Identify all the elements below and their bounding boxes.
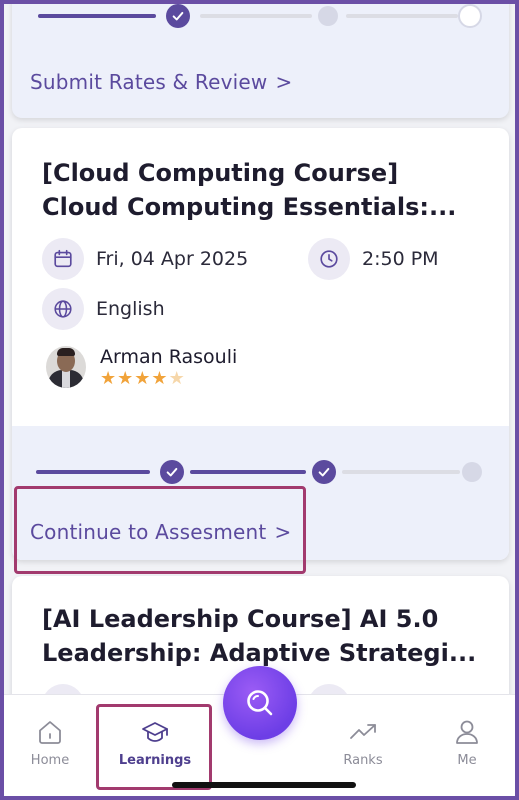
- star-icon: ★: [117, 368, 134, 389]
- nav-home-label: Home: [30, 753, 70, 768]
- home-indicator: [172, 782, 356, 788]
- globe-icon: [42, 288, 84, 330]
- continue-assessment-label: Continue to Assesment: [30, 520, 267, 544]
- step-complete-icon: [312, 460, 336, 484]
- progress-stepper: [38, 4, 484, 28]
- chevron-right-icon: >: [275, 70, 293, 94]
- instructor-name: Arman Rasouli: [100, 346, 238, 368]
- step-current-dot: [462, 462, 482, 482]
- progress-segment-done: [190, 470, 306, 474]
- home-icon: [39, 721, 61, 744]
- course-title: [Cloud Computing Course] Cloud Computing…: [42, 159, 457, 221]
- course-card-submitted: Submit Rates & Review >: [12, 4, 509, 118]
- nav-home[interactable]: Home: [10, 717, 90, 768]
- chevron-right-icon: >: [274, 520, 292, 544]
- submit-review-link[interactable]: Submit Rates & Review >: [30, 70, 292, 94]
- step-complete-icon: [160, 460, 184, 484]
- trending-up-icon: [350, 724, 376, 739]
- progress-segment-todo: [346, 14, 458, 18]
- instructor: Arman Rasouli ★ ★ ★ ★ ★: [46, 346, 237, 388]
- calendar-icon: [42, 238, 84, 280]
- star-icon: ★: [100, 368, 117, 389]
- nav-ranks[interactable]: Ranks: [323, 717, 403, 768]
- nav-ranks-label: Ranks: [343, 753, 383, 768]
- language-info: English: [42, 288, 165, 330]
- nav-me-label: Me: [457, 753, 477, 768]
- course-card-cloud[interactable]: [Cloud Computing Course] Cloud Computing…: [12, 128, 509, 560]
- progress-segment-done: [36, 470, 150, 474]
- language-text: English: [96, 298, 165, 320]
- submit-review-label: Submit Rates & Review: [30, 70, 268, 94]
- continue-assessment-link[interactable]: Continue to Assesment >: [30, 520, 291, 544]
- step-current-dot: [318, 6, 338, 26]
- time-info: 2:50 PM: [308, 238, 439, 280]
- progress-stepper: [36, 460, 486, 484]
- step-complete-icon: [166, 4, 190, 28]
- course-title: [AI Leadership Course] AI 5.0 Leadership…: [42, 605, 477, 667]
- progress-segment-done: [38, 14, 156, 18]
- progress-segment-todo: [342, 470, 460, 474]
- nav-me[interactable]: Me: [427, 717, 507, 768]
- star-icon: ★: [134, 368, 151, 389]
- progress-segment-todo: [200, 14, 312, 18]
- star-half-icon: ★: [168, 368, 185, 389]
- user-icon: [456, 720, 478, 744]
- instructor-rating: ★ ★ ★ ★ ★: [100, 370, 237, 388]
- nav-learnings[interactable]: Learnings: [115, 717, 195, 768]
- screen: Submit Rates & Review > [Cloud Computing…: [4, 4, 515, 796]
- search-icon: [247, 690, 273, 716]
- date-text: Fri, 04 Apr 2025: [96, 248, 249, 270]
- time-text: 2:50 PM: [362, 248, 439, 270]
- nav-learnings-label: Learnings: [118, 753, 192, 768]
- date-info: Fri, 04 Apr 2025: [42, 238, 248, 280]
- step-empty-dot: [458, 4, 482, 28]
- graduation-cap-icon: [142, 722, 168, 742]
- search-fab-button[interactable]: [223, 666, 297, 740]
- star-icon: ★: [151, 368, 168, 389]
- clock-icon: [308, 238, 350, 280]
- instructor-avatar: [46, 346, 86, 388]
- course-progress-footer: Continue to Assesment >: [12, 426, 509, 560]
